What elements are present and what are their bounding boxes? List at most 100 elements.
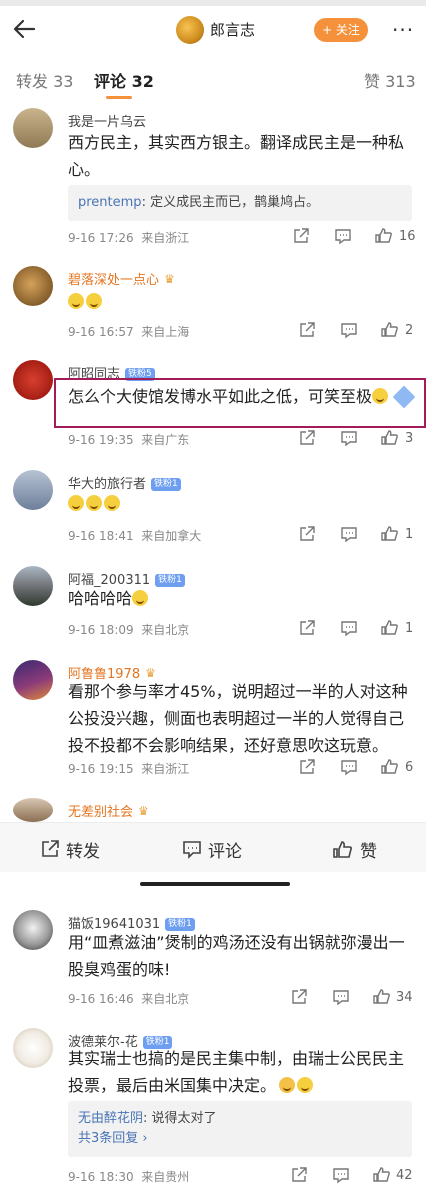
- more-replies-link[interactable]: 共3条回复 ›: [78, 1129, 402, 1149]
- laugh-emoji-icon: [297, 1077, 314, 1093]
- like-icon[interactable]: [380, 428, 400, 448]
- like-count: 6: [405, 760, 414, 775]
- comment-timestamp: 9-16 16:46: [68, 992, 134, 1006]
- comment-text: 哈哈哈哈: [68, 585, 414, 612]
- avatar[interactable]: [13, 910, 53, 950]
- like-icon[interactable]: [372, 1165, 392, 1185]
- like-count: 16: [399, 229, 416, 244]
- like-icon[interactable]: [380, 618, 400, 638]
- bottom-action-bar: 转发 评论 赞: [0, 822, 426, 872]
- author-avatar[interactable]: [176, 16, 204, 44]
- comment-location: 来自广东: [141, 433, 190, 447]
- like-icon[interactable]: [380, 524, 400, 544]
- comment-location: 来自浙江: [141, 762, 190, 776]
- avatar[interactable]: [13, 266, 53, 306]
- reply-preview[interactable]: 无由醉花阴: 说得太对了 共3条回复 ›: [68, 1101, 412, 1157]
- home-indicator-area: [0, 872, 426, 900]
- avatar[interactable]: [13, 566, 53, 606]
- share-icon[interactable]: [298, 429, 316, 447]
- like-icon[interactable]: [372, 987, 392, 1007]
- share-icon[interactable]: [292, 227, 310, 245]
- like-icon[interactable]: [380, 320, 400, 340]
- comment-timestamp: 9-16 18:30: [68, 1170, 134, 1184]
- repost-button[interactable]: 转发: [66, 837, 100, 862]
- comment-timestamp: 9-16 19:15: [68, 762, 134, 776]
- comment-time: 9-16 19:35 来自广东: [68, 431, 189, 448]
- cat-emoji-icon: [279, 1077, 296, 1093]
- like-icon[interactable]: [332, 839, 354, 861]
- share-icon[interactable]: [298, 619, 316, 637]
- comment-icon[interactable]: [340, 758, 358, 776]
- highlight-annotation-box: [54, 378, 426, 428]
- crown-icon: ♛: [138, 804, 149, 818]
- more-icon[interactable]: ···: [392, 18, 414, 42]
- comment-timestamp: 9-16 16:57: [68, 325, 134, 339]
- comment-icon[interactable]: [340, 321, 358, 339]
- avatar[interactable]: [13, 470, 53, 510]
- like-icon[interactable]: [374, 226, 394, 246]
- comment-text-content: 其实瑞士也搞的是民主集中制，由瑞士公民民主投票，最后由米国集中决定。: [68, 1049, 405, 1095]
- tab-likes[interactable]: 赞 313: [364, 68, 416, 92]
- reply-text: : 说得太对了: [143, 1111, 217, 1126]
- comment-icon[interactable]: [340, 525, 358, 543]
- comment-icon[interactable]: [332, 988, 350, 1006]
- comment-button[interactable]: 评论: [208, 837, 242, 862]
- author-name[interactable]: 郎言志: [210, 19, 255, 40]
- comment-location: 来自加拿大: [141, 529, 202, 543]
- share-icon[interactable]: [298, 525, 316, 543]
- comment-text: [68, 490, 414, 517]
- follow-button[interactable]: + 关注: [314, 18, 368, 42]
- avatar[interactable]: [13, 1028, 53, 1068]
- reply-text: : 定义成民主而已，鹊巢鸠占。: [141, 195, 320, 210]
- grin-emoji-icon: [86, 293, 102, 309]
- comment-icon[interactable]: [340, 429, 358, 447]
- comment-icon[interactable]: [332, 1166, 350, 1184]
- laugh-cry-emoji-icon: [68, 495, 84, 511]
- like-count: 1: [405, 527, 414, 542]
- comment-location: 来自贵州: [141, 1170, 190, 1184]
- reply-username[interactable]: 无由醉花阴: [78, 1111, 143, 1126]
- like-count: 3: [405, 431, 414, 446]
- share-icon[interactable]: [298, 758, 316, 776]
- comment-time: 9-16 19:15 来自浙江: [68, 760, 189, 777]
- avatar[interactable]: [13, 798, 53, 822]
- comment-text: [68, 288, 414, 315]
- like-icon[interactable]: [380, 757, 400, 777]
- like-count: 42: [396, 1168, 413, 1183]
- comment-time: 9-16 18:09 来自北京: [68, 621, 189, 638]
- crown-icon: ♛: [164, 272, 175, 286]
- comment-location: 来自北京: [141, 992, 190, 1006]
- comment-icon[interactable]: [334, 227, 352, 245]
- reply-preview[interactable]: prentemp: 定义成民主而已，鹊巢鸠占。: [68, 185, 412, 221]
- laugh-cry-emoji-icon: [86, 495, 102, 511]
- back-arrow-icon[interactable]: [10, 14, 40, 44]
- home-indicator: [140, 882, 290, 886]
- comment-time: 9-16 16:57 来自上海: [68, 323, 189, 340]
- share-icon[interactable]: [290, 1166, 308, 1184]
- like-button[interactable]: 赞: [360, 837, 377, 862]
- comment-text: 看那个参与率才45%，说明超过一半的人对这种公投没兴趣，侧面也表明超过一半的人觉…: [68, 682, 408, 755]
- tab-reposts[interactable]: 转发 33: [16, 68, 73, 92]
- post-tabs: 转发 33 评论 32 赞 313: [0, 60, 426, 100]
- like-count: 2: [405, 323, 414, 338]
- reply-username[interactable]: prentemp: [78, 195, 142, 210]
- comment-username[interactable]: 我是一片乌云: [68, 111, 146, 130]
- comment-location: 来自上海: [141, 325, 190, 339]
- comment-time: 9-16 17:26 来自浙江: [68, 229, 189, 246]
- comment-icon[interactable]: [182, 839, 202, 859]
- comment-username[interactable]: 无差别社会 ♛: [68, 801, 149, 820]
- repost-icon[interactable]: [40, 839, 60, 859]
- comment-timestamp: 9-16 19:35: [68, 433, 134, 447]
- post-header: 郎言志 + 关注 ···: [0, 0, 426, 58]
- avatar[interactable]: [13, 108, 53, 148]
- comment-username[interactable]: 碧落深处一点心 ♛: [68, 269, 175, 288]
- laugh-cry-emoji-icon: [104, 495, 120, 511]
- tab-comments[interactable]: 评论 32: [94, 68, 154, 92]
- share-icon[interactable]: [298, 321, 316, 339]
- avatar[interactable]: [13, 660, 53, 700]
- comment-icon[interactable]: [340, 619, 358, 637]
- like-count: 34: [396, 990, 413, 1005]
- avatar[interactable]: [13, 360, 53, 400]
- active-tab-indicator: [106, 96, 132, 99]
- share-icon[interactable]: [290, 988, 308, 1006]
